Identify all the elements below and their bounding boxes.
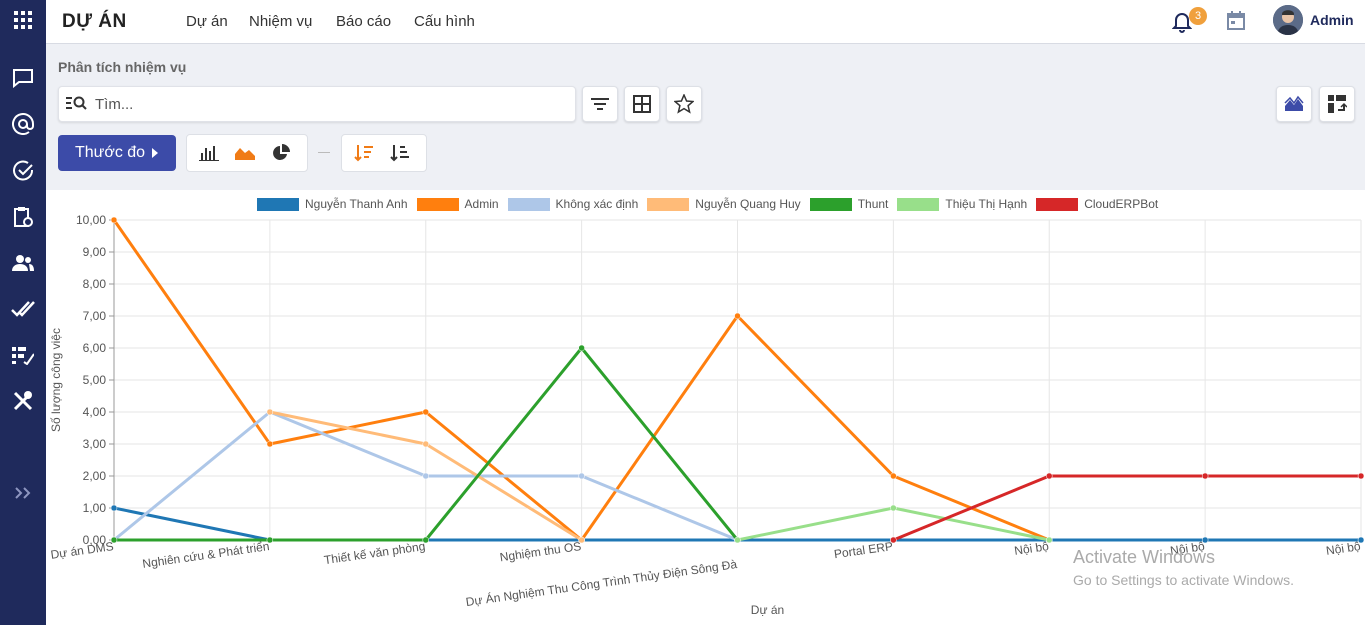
pie-chart-button[interactable] bbox=[263, 135, 299, 171]
data-point bbox=[1357, 472, 1365, 480]
search-input[interactable] bbox=[95, 93, 555, 115]
y-tick-label: 6,00 bbox=[83, 341, 107, 355]
sort-ascending-button[interactable] bbox=[382, 135, 418, 171]
double-check-icon[interactable] bbox=[0, 289, 46, 329]
data-point bbox=[422, 440, 429, 448]
at-sign-icon[interactable] bbox=[0, 104, 46, 144]
menu-item-settings[interactable]: Cấu hình bbox=[414, 13, 475, 30]
data-point bbox=[110, 536, 118, 544]
sidebar bbox=[0, 0, 46, 625]
clipboard-clock-icon[interactable] bbox=[0, 197, 46, 237]
area-chart-icon bbox=[1284, 95, 1304, 111]
caret-right-icon bbox=[152, 148, 159, 158]
windows-watermark-subtitle: Go to Settings to activate Windows. bbox=[1073, 572, 1294, 588]
sort-descending-button[interactable] bbox=[346, 135, 382, 171]
username[interactable]: Admin bbox=[1310, 12, 1354, 28]
calendar-icon[interactable] bbox=[1226, 11, 1246, 31]
data-point bbox=[578, 344, 585, 352]
apps-grid-icon[interactable] bbox=[0, 0, 46, 40]
y-tick-label: 8,00 bbox=[83, 277, 107, 291]
sort-descending-icon bbox=[354, 145, 373, 162]
filter-button[interactable] bbox=[582, 86, 618, 122]
app-title[interactable]: DỰ ÁN bbox=[62, 11, 127, 33]
search-bar[interactable] bbox=[58, 86, 576, 122]
x-tick-label: Nghiên cứu & Phát triển bbox=[141, 539, 270, 571]
graph-view-button[interactable] bbox=[1276, 86, 1312, 122]
toolbar-separator bbox=[318, 152, 330, 153]
task-list-icon[interactable] bbox=[0, 335, 46, 375]
data-point bbox=[266, 440, 274, 448]
x-tick-label: Nội bộ bbox=[1013, 539, 1050, 558]
menu-item-reports[interactable]: Báo cáo bbox=[336, 13, 391, 30]
data-point bbox=[578, 472, 585, 480]
data-point bbox=[734, 536, 741, 544]
top-navbar: DỰ ÁN Dự án Nhiệm vụ Báo cáo Cấu hình 3 … bbox=[46, 0, 1365, 44]
pivot-view-button[interactable] bbox=[1319, 86, 1355, 122]
control-panel: Phân tích nhiệm vụ Thước đo bbox=[46, 45, 1365, 190]
line-chart-button[interactable] bbox=[227, 135, 263, 171]
data-point bbox=[578, 536, 585, 544]
avatar[interactable] bbox=[1273, 5, 1303, 35]
sort-group bbox=[341, 134, 427, 172]
data-point bbox=[890, 504, 897, 512]
favorites-button[interactable] bbox=[666, 86, 702, 122]
group-by-button[interactable] bbox=[624, 86, 660, 122]
notification-badge: 3 bbox=[1189, 7, 1207, 25]
chat-icon[interactable] bbox=[0, 58, 46, 98]
pivot-icon bbox=[1328, 95, 1347, 113]
star-icon bbox=[674, 94, 694, 114]
bar-chart-icon bbox=[199, 146, 219, 161]
data-point bbox=[110, 216, 118, 224]
y-tick-label: 1,00 bbox=[83, 501, 107, 515]
search-filter-icon bbox=[66, 95, 88, 113]
data-point bbox=[1046, 472, 1053, 480]
data-point bbox=[422, 472, 429, 480]
sort-ascending-icon bbox=[390, 145, 409, 162]
data-point bbox=[110, 504, 118, 512]
data-point bbox=[890, 536, 897, 544]
y-tick-label: 5,00 bbox=[83, 373, 107, 387]
y-tick-label: 3,00 bbox=[83, 437, 107, 451]
breadcrumb: Phân tích nhiệm vụ bbox=[58, 59, 187, 75]
data-point bbox=[734, 312, 741, 320]
y-tick-label: 10,00 bbox=[76, 213, 106, 227]
pie-chart-icon bbox=[273, 144, 290, 160]
chart-type-group bbox=[186, 134, 308, 172]
menu-item-tasks[interactable]: Nhiệm vụ bbox=[249, 13, 312, 30]
measure-label: Thước đo bbox=[74, 144, 146, 161]
y-tick-label: 9,00 bbox=[83, 245, 107, 259]
data-point bbox=[422, 408, 429, 416]
data-point bbox=[890, 472, 897, 480]
x-tick-label: Dự án DMS bbox=[50, 539, 115, 562]
users-icon[interactable] bbox=[0, 243, 46, 283]
data-point bbox=[1201, 472, 1209, 480]
y-tick-label: 7,00 bbox=[83, 309, 107, 323]
check-circle-icon[interactable] bbox=[0, 151, 46, 191]
x-tick-label: Dự Án Nghiệm Thu Công Trình Thủy Điện Sô… bbox=[465, 556, 738, 609]
y-axis-label: Số lượng công việc bbox=[49, 328, 63, 432]
x-tick-label: Thiết kế văn phòng bbox=[323, 539, 426, 567]
windows-watermark-title: Activate Windows bbox=[1073, 547, 1216, 567]
data-point bbox=[266, 536, 274, 544]
graph-view: Nguyễn Thanh Anh Admin Không xác định Nguyễ… bbox=[46, 190, 1365, 625]
line-chart-icon bbox=[235, 148, 255, 160]
filter-icon bbox=[591, 98, 609, 110]
measure-button[interactable]: Thước đo bbox=[58, 135, 176, 171]
data-point bbox=[266, 408, 274, 416]
data-point bbox=[1201, 536, 1209, 544]
bar-chart-button[interactable] bbox=[191, 135, 227, 171]
grid-icon bbox=[633, 95, 651, 113]
x-axis-label: Dự án bbox=[751, 603, 784, 617]
data-point bbox=[1046, 536, 1053, 544]
y-tick-label: 4,00 bbox=[83, 405, 107, 419]
x-tick-label: Portal ERP bbox=[833, 539, 894, 561]
expand-chevrons-icon[interactable] bbox=[0, 473, 46, 513]
y-tick-label: 2,00 bbox=[83, 469, 107, 483]
x-tick-label: Nghiệm thu OS bbox=[499, 539, 582, 564]
menu-item-projects[interactable]: Dự án bbox=[186, 13, 228, 30]
tools-icon[interactable] bbox=[0, 381, 46, 421]
data-point bbox=[1357, 536, 1365, 544]
x-tick-label: Nội bộ bbox=[1325, 539, 1362, 558]
data-point bbox=[422, 536, 429, 544]
